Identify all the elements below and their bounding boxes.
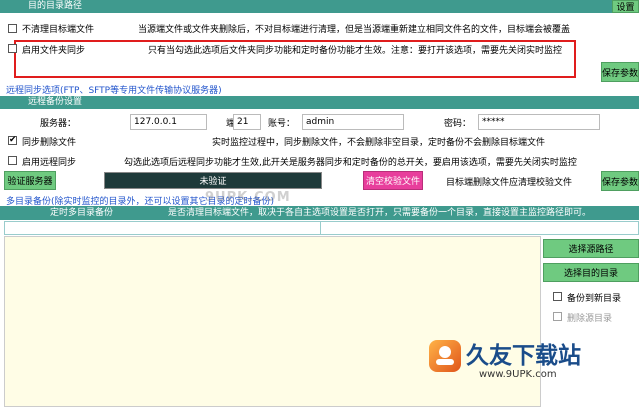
sync-delete-label: 同步删除文件 [22, 138, 77, 148]
server-input[interactable]: 127.0.0.1 [130, 114, 207, 130]
delete-source-dir-label: 删除源目录 [567, 314, 613, 324]
multi-dir-table-header [4, 221, 639, 235]
multi-dir-header: 定时多目录备份 是否清理目标端文件，取决于各自主选项设置是否打开，只需要备份一个… [0, 206, 639, 220]
no-clean-target-desc: 当源端文件或文件夹删除后，不对目标端进行清理，但是当源端重新建立相同文件名的文件… [138, 25, 571, 35]
multi-dir-header-label: 定时多目录备份 [50, 208, 114, 218]
checkmark-icon: ✔ [9, 135, 17, 145]
sync-folder-desc: 只有当勾选此选项后文件夹同步功能和定时备份功能才生效。注意：要打开该选项，需要先… [148, 46, 563, 56]
watermark-url-text: www.9UPK.com [479, 369, 557, 380]
password-label: 密码： [444, 119, 472, 129]
backup-new-dir-label: 备份到新目录 [567, 294, 622, 304]
verify-status-text: 未验证 [199, 177, 227, 187]
select-target-dir-button[interactable]: 选择目的目录 [543, 263, 639, 282]
multi-dir-header-desc: 是否清理目标端文件，取决于各自主选项设置是否打开，只需要备份一个目录，直接设置主… [168, 208, 592, 218]
no-clean-target-checkbox[interactable] [8, 24, 17, 33]
clear-verify-files-button[interactable]: 清空校验文件 [363, 171, 423, 190]
server-label: 服务器： [40, 119, 77, 129]
sync-delete-desc: 实时监控过程中，同步删除文件，不会删除非空目录，定时备份不会删除目标端文件 [212, 138, 546, 148]
save-params-button-top[interactable]: 保存参数 [601, 62, 639, 82]
save-params-button-remote[interactable]: 保存参数 [601, 171, 639, 191]
verify-status-bar: 未验证 [104, 172, 322, 189]
target-path-header-label: 目的目录路径 [28, 1, 83, 11]
remote-sync-checkbox[interactable] [8, 156, 17, 165]
sync-folder-checkbox[interactable] [8, 44, 17, 53]
backup-new-dir-checkbox[interactable] [553, 292, 562, 301]
port-input[interactable]: 21 [233, 114, 261, 130]
remote-sync-desc: 勾选此选项后远程同步功能才生效,此开关是服务器同步和定时备份的总开关，要启用该选… [124, 158, 577, 168]
remote-delete-clean-label: 目标端删除文件应清理校验文件 [446, 178, 573, 188]
verify-server-button[interactable]: 验证服务器 [4, 171, 56, 190]
delete-source-dir-checkbox[interactable] [553, 312, 562, 321]
remote-sync-label: 启用远程同步 [22, 158, 77, 168]
watermark-logo-icon [429, 340, 461, 372]
remote-section-link[interactable]: 远程同步选项(FTP、SFTP等专用文件传输协议服务器) [6, 83, 222, 96]
watermark-top-text: 9UPK.COM [205, 190, 291, 205]
settings-button[interactable]: 设置 [612, 0, 639, 13]
remote-backup-header-label: 远程备份设置 [28, 97, 83, 107]
account-label: 账号： [268, 119, 296, 129]
select-source-path-button[interactable]: 选择源路径 [543, 239, 639, 258]
multi-dir-list[interactable] [4, 236, 541, 407]
remote-backup-header: 远程备份设置 [0, 96, 639, 109]
account-input[interactable]: admin [302, 114, 404, 130]
watermark-brand-text: 久友下载站 [466, 343, 581, 369]
target-path-header: 目的目录路径 [0, 0, 639, 13]
no-clean-target-label: 不清理目标端文件 [22, 25, 95, 35]
password-input[interactable]: ***** [478, 114, 600, 130]
table-column-divider [320, 221, 321, 235]
sync-folder-label: 启用文件夹同步 [22, 46, 86, 56]
sync-delete-checkbox[interactable]: ✔ [8, 135, 17, 145]
